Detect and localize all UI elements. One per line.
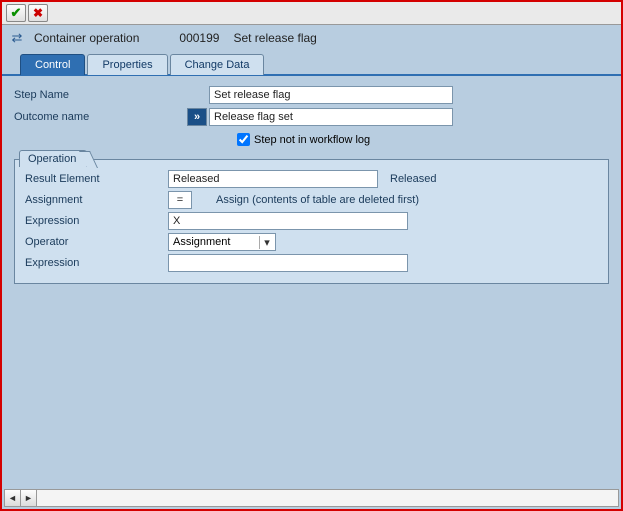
dropdown-icon: ▾ — [259, 236, 271, 249]
outcome-name-input[interactable] — [209, 108, 453, 126]
value-help-icon: » — [194, 111, 200, 123]
container-operation-icon: ⇄ — [10, 31, 24, 45]
expression1-input[interactable] — [168, 212, 408, 230]
result-element-label: Result Element — [23, 173, 168, 185]
operator-label: Operator — [23, 236, 168, 248]
tab-control[interactable]: Control — [20, 54, 85, 75]
step-name-label: Step Name — [14, 89, 209, 101]
title-number: 000199 — [179, 31, 219, 45]
not-in-log-checkbox[interactable] — [237, 133, 250, 146]
expression1-label: Expression — [23, 215, 168, 227]
assignment-input[interactable] — [168, 191, 192, 209]
x-icon: ✖ — [33, 6, 43, 20]
cancel-button[interactable]: ✖ — [28, 4, 48, 22]
title-bar: ⇄ Container operation 000199 Set release… — [2, 25, 621, 53]
outcome-value-help-button[interactable]: » — [187, 108, 207, 126]
operator-select[interactable]: Assignment ▾ — [168, 233, 276, 251]
expression2-input[interactable] — [168, 254, 408, 272]
assignment-label: Assignment — [23, 194, 168, 206]
tab-change-data[interactable]: Change Data — [170, 54, 265, 75]
operation-legend: Operation — [19, 150, 87, 167]
horizontal-scrollbar[interactable]: ◄ ► — [4, 489, 619, 507]
scroll-right-button-inner[interactable]: ► — [21, 490, 37, 506]
expression2-label: Expression — [23, 257, 168, 269]
tab-properties[interactable]: Properties — [87, 54, 167, 75]
toolbar: ✔ ✖ — [2, 2, 621, 25]
sap-window: ✔ ✖ ⇄ Container operation 000199 Set rel… — [0, 0, 623, 511]
operation-group: Operation Result Element Released Assign… — [14, 159, 609, 284]
result-element-input[interactable] — [168, 170, 378, 188]
tab-strip: Control Properties Change Data — [2, 53, 621, 74]
scroll-track[interactable] — [37, 490, 618, 506]
confirm-button[interactable]: ✔ — [6, 4, 26, 22]
not-in-log-label: Step not in workflow log — [254, 134, 370, 146]
title-object: Container operation — [34, 31, 139, 45]
operator-value: Assignment — [173, 236, 230, 248]
step-name-input[interactable] — [209, 86, 453, 104]
assignment-description: Assign (contents of table are deleted fi… — [216, 194, 419, 206]
title-description: Set release flag — [233, 31, 316, 45]
result-element-text: Released — [390, 173, 436, 185]
outcome-name-label: Outcome name — [14, 111, 187, 123]
control-panel: Step Name Outcome name » Step not in wor… — [2, 76, 621, 509]
scroll-left-button[interactable]: ◄ — [5, 490, 21, 506]
check-icon: ✔ — [11, 5, 22, 21]
